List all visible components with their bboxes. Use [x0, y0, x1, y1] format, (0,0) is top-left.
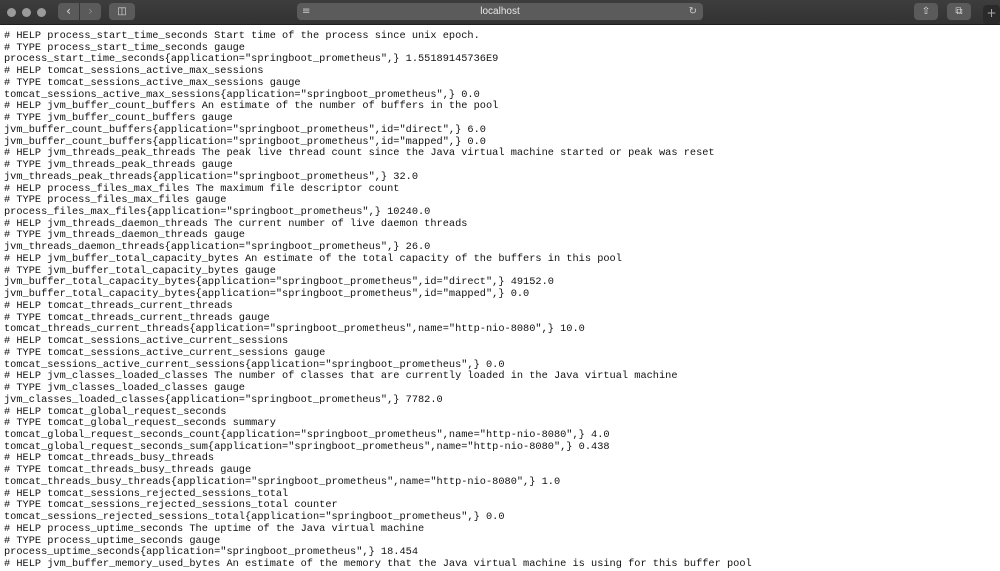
metrics-text: # HELP process_start_time_seconds Start … — [4, 30, 752, 571]
new-tab-button[interactable]: + — [983, 5, 1000, 24]
sidebar-button[interactable]: ◫ — [109, 3, 135, 20]
minimize-window-dot[interactable] — [22, 8, 31, 17]
metric-value-line: jvm_classes_loaded_classes{application="… — [4, 393, 443, 406]
metric-value-line: jvm_buffer_count_buffers{application="sp… — [4, 123, 486, 136]
share-icon: ⇧ — [921, 6, 931, 17]
address-bar[interactable]: ≡ localhost ↻ — [297, 3, 703, 20]
metric-comment-line: # TYPE jvm_classes_loaded_classes gauge — [4, 382, 245, 395]
url-text: localhost — [480, 6, 520, 17]
browser-toolbar: ‹ › ◫ ≡ localhost ↻ ⇧ ⧉ + — [0, 0, 1000, 25]
back-button[interactable]: ‹ — [58, 3, 79, 20]
metric-comment-line: # HELP jvm_buffer_memory_used_bytes An e… — [4, 558, 752, 571]
metric-value-line: tomcat_threads_busy_threads{application=… — [4, 475, 561, 488]
share-button[interactable]: ⇧ — [914, 3, 938, 20]
metric-value-line: tomcat_global_request_seconds_count{appl… — [4, 428, 610, 441]
new-tab-icon: + — [986, 6, 997, 20]
tabs-icon: ⧉ — [955, 6, 963, 17]
forward-icon: › — [88, 4, 93, 18]
sidebar-icon: ◫ — [117, 6, 127, 17]
zoom-window-dot[interactable] — [37, 8, 46, 17]
forward-button[interactable]: › — [80, 3, 101, 20]
reload-icon[interactable]: ↻ — [689, 3, 697, 20]
metric-comment-line: # TYPE tomcat_sessions_active_max_sessio… — [4, 76, 301, 89]
metric-value-line: process_files_max_files{application="spr… — [4, 206, 431, 219]
tabs-button[interactable]: ⧉ — [947, 3, 971, 20]
metric-comment-line: # HELP process_uptime_seconds The uptime… — [4, 522, 425, 535]
metric-comment-line: # HELP tomcat_threads_current_threads — [4, 299, 233, 312]
metric-comment-line: # TYPE tomcat_sessions_active_current_se… — [4, 346, 326, 359]
close-window-dot[interactable] — [7, 8, 16, 17]
metric-comment-line: # HELP jvm_buffer_total_capacity_bytes A… — [4, 252, 622, 265]
back-icon: ‹ — [66, 4, 71, 18]
metric-comment-line: # HELP process_start_time_seconds Start … — [4, 30, 480, 42]
metric-value-line: jvm_threads_peak_threads{application="sp… — [4, 170, 419, 183]
